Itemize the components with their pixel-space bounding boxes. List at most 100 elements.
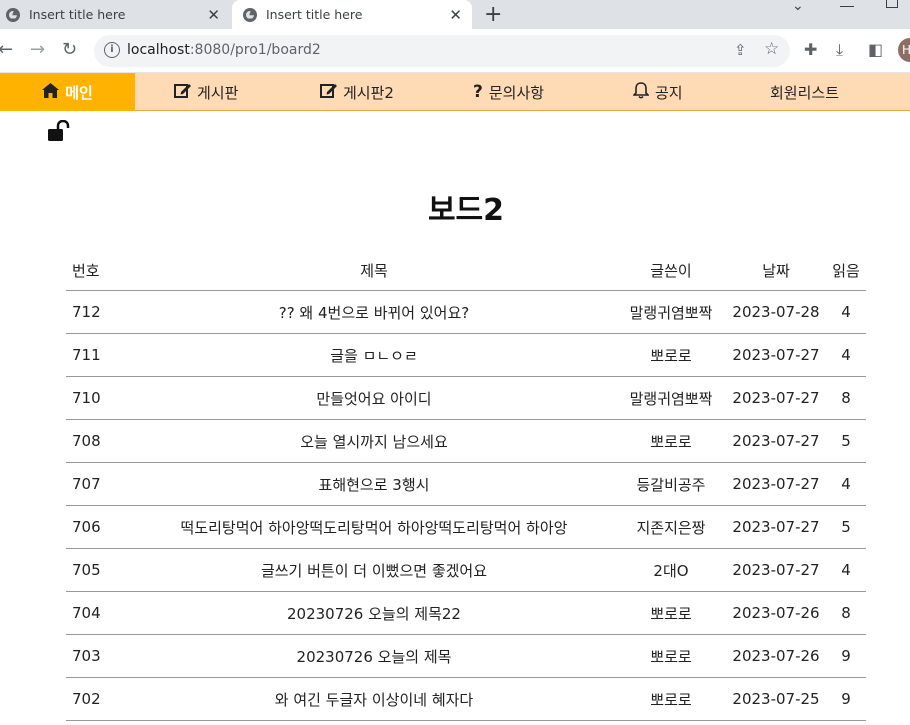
post-number: 706: [66, 505, 132, 549]
globe-icon: [243, 7, 257, 22]
table-row[interactable]: 711 글을 ㅁㄴㅇㄹ 뽀로로 2023-07-27 4: [66, 333, 866, 377]
forward-arrow-icon[interactable]: →: [30, 40, 45, 60]
post-title-link[interactable]: 만들엇어요 아이디: [132, 376, 616, 420]
post-date: 2023-07-26: [726, 591, 826, 635]
browser-tab-active[interactable]: Insert title here ✕: [232, 0, 472, 29]
browser-tab[interactable]: Insert title here ✕: [0, 0, 230, 29]
post-views: 4: [826, 333, 866, 377]
column-header-views: 읽음: [826, 250, 866, 291]
post-title-link[interactable]: 떡도리탕먹어 하아앙떡도리탕먹어 하아앙떡도리탕먹어 하아앙: [132, 505, 616, 549]
post-number: 704: [66, 591, 132, 635]
nav-label: 문의사항: [488, 83, 545, 102]
share-icon[interactable]: ⇪: [734, 41, 747, 59]
column-header-writer: 글쓴이: [616, 250, 726, 291]
side-panel-icon[interactable]: ◧: [868, 40, 883, 59]
post-views: 9: [826, 634, 866, 678]
table-row[interactable]: 707 표해현으로 3행시 등갈비공주 2023-07-27 4: [66, 462, 866, 506]
nav-label: 게시판: [197, 83, 239, 102]
post-views: 4: [826, 462, 866, 506]
post-writer: 뽀로로: [616, 677, 726, 721]
reload-icon[interactable]: ↻: [62, 40, 77, 60]
url-path: :8080/pro1/board2: [189, 42, 321, 58]
post-title-link[interactable]: 표해현으로 3행시: [132, 462, 616, 506]
close-tab-icon[interactable]: ✕: [449, 6, 462, 24]
browser-toolbar: ← → ↻ i localhost:8080/pro1/board2 ⇪ ☆ ✚…: [0, 29, 910, 73]
url-text[interactable]: localhost:8080/pro1/board2: [127, 42, 321, 58]
post-title-link[interactable]: 오늘 열시까지 남으세요: [132, 419, 616, 463]
post-title-link[interactable]: 20230726 오늘의 제목: [132, 634, 616, 678]
board-table: 번호 제목 글쓴이 날짜 읽음 712 ?? 왜 4번으로 바뀌어 있어요? 말…: [66, 250, 866, 721]
post-views: 9: [826, 677, 866, 721]
back-arrow-icon[interactable]: ←: [0, 40, 13, 60]
table-row[interactable]: 710 만들엇어요 아이디 말랭귀염뽀짝 2023-07-27 8: [66, 376, 866, 420]
table-row[interactable]: 712 ?? 왜 4번으로 바뀌어 있어요? 말랭귀염뽀짝 2023-07-28…: [66, 290, 866, 334]
post-number: 703: [66, 634, 132, 678]
nav-label: 메인: [65, 83, 93, 102]
post-views: 4: [826, 290, 866, 334]
nav-label: 회원리스트: [770, 83, 840, 102]
download-icon[interactable]: ⤓: [836, 40, 843, 60]
post-writer: 말랭귀염뽀짝: [616, 376, 726, 420]
post-title-link[interactable]: 와 여긴 두글자 이상이네 혜자다: [132, 677, 616, 721]
close-tab-icon[interactable]: ✕: [207, 6, 220, 24]
question-icon: ?: [473, 82, 483, 102]
column-header-date: 날짜: [726, 250, 826, 291]
globe-icon: [6, 7, 20, 22]
nav-item-board2[interactable]: 게시판2: [320, 73, 394, 111]
nav-label: 게시판2: [343, 83, 394, 102]
post-title-link[interactable]: 20230726 오늘의 제목22: [132, 591, 616, 635]
tab-title: Insert title here: [29, 7, 126, 22]
table-row[interactable]: 703 20230726 오늘의 제목 뽀로로 2023-07-26 9: [66, 634, 866, 678]
extensions-puzzle-icon[interactable]: ✚: [804, 40, 817, 59]
post-date: 2023-07-27: [726, 376, 826, 420]
post-number: 702: [66, 677, 132, 721]
browser-tab-strip: Insert title here ✕ Insert title here ✕ …: [0, 0, 910, 29]
nav-item-members[interactable]: 회원리스트: [770, 73, 839, 111]
nav-item-board[interactable]: 게시판: [174, 73, 238, 111]
post-views: 5: [826, 419, 866, 463]
new-tab-icon[interactable]: +: [484, 2, 502, 27]
table-row[interactable]: 702 와 여긴 두글자 이상이네 혜자다 뽀로로 2023-07-25 9: [66, 677, 866, 721]
post-writer: 뽀로로: [616, 333, 726, 377]
nav-item-inquiry[interactable]: ? 문의사항: [473, 73, 544, 111]
site-nav-bar: 메인 게시판 게시판2 ? 문의사항 공지 회원리스트: [0, 73, 910, 111]
post-views: 4: [826, 548, 866, 592]
post-date: 2023-07-27: [726, 505, 826, 549]
post-title-link[interactable]: 글쓰기 버튼이 더 이뻤으면 좋겠어요: [132, 548, 616, 592]
post-number: 710: [66, 376, 132, 420]
edit-icon: [174, 82, 191, 102]
nav-item-main[interactable]: 메인: [0, 73, 135, 111]
table-row[interactable]: 706 떡도리탕먹어 하아앙떡도리탕먹어 하아앙떡도리탕먹어 하아앙 지존지은짱…: [66, 505, 866, 549]
profile-avatar[interactable]: H: [898, 38, 910, 62]
post-writer: 뽀로로: [616, 591, 726, 635]
bookmark-star-icon[interactable]: ☆: [764, 39, 779, 59]
post-date: 2023-07-26: [726, 634, 826, 678]
post-title-link[interactable]: ?? 왜 4번으로 바뀌어 있어요?: [132, 290, 616, 334]
nav-label: 공지: [655, 83, 683, 102]
post-number: 712: [66, 290, 132, 334]
site-info-icon[interactable]: i: [104, 42, 120, 58]
post-writer: 말랭귀염뽀짝: [616, 290, 726, 334]
address-bar[interactable]: i localhost:8080/pro1/board2 ⇪ ☆: [94, 35, 790, 67]
post-date: 2023-07-25: [726, 677, 826, 721]
minimize-icon[interactable]: [838, 0, 858, 14]
post-date: 2023-07-27: [726, 419, 826, 463]
column-header-title: 제목: [132, 250, 616, 291]
post-writer: 2대O: [616, 548, 726, 592]
post-date: 2023-07-28: [726, 290, 826, 334]
table-header-row: 번호 제목 글쓴이 날짜 읽음: [66, 250, 866, 291]
post-writer: 지존지은짱: [616, 505, 726, 549]
maximize-icon[interactable]: [886, 0, 898, 8]
table-row[interactable]: 705 글쓰기 버튼이 더 이뻤으면 좋겠어요 2대O 2023-07-27 4: [66, 548, 866, 592]
tab-search-chevron-icon[interactable]: ⌄: [792, 0, 804, 14]
home-icon: [42, 82, 60, 102]
table-row[interactable]: 708 오늘 열시까지 남으세요 뽀로로 2023-07-27 5: [66, 419, 866, 463]
post-writer: 뽀로로: [616, 634, 726, 678]
unlock-icon[interactable]: [47, 119, 70, 142]
post-title-link[interactable]: 글을 ㅁㄴㅇㄹ: [132, 333, 616, 377]
post-views: 8: [826, 376, 866, 420]
nav-item-notice[interactable]: 공지: [632, 73, 683, 111]
table-row[interactable]: 704 20230726 오늘의 제목22 뽀로로 2023-07-26 8: [66, 591, 866, 635]
page-title: 보드2: [427, 193, 505, 228]
post-date: 2023-07-27: [726, 333, 826, 377]
